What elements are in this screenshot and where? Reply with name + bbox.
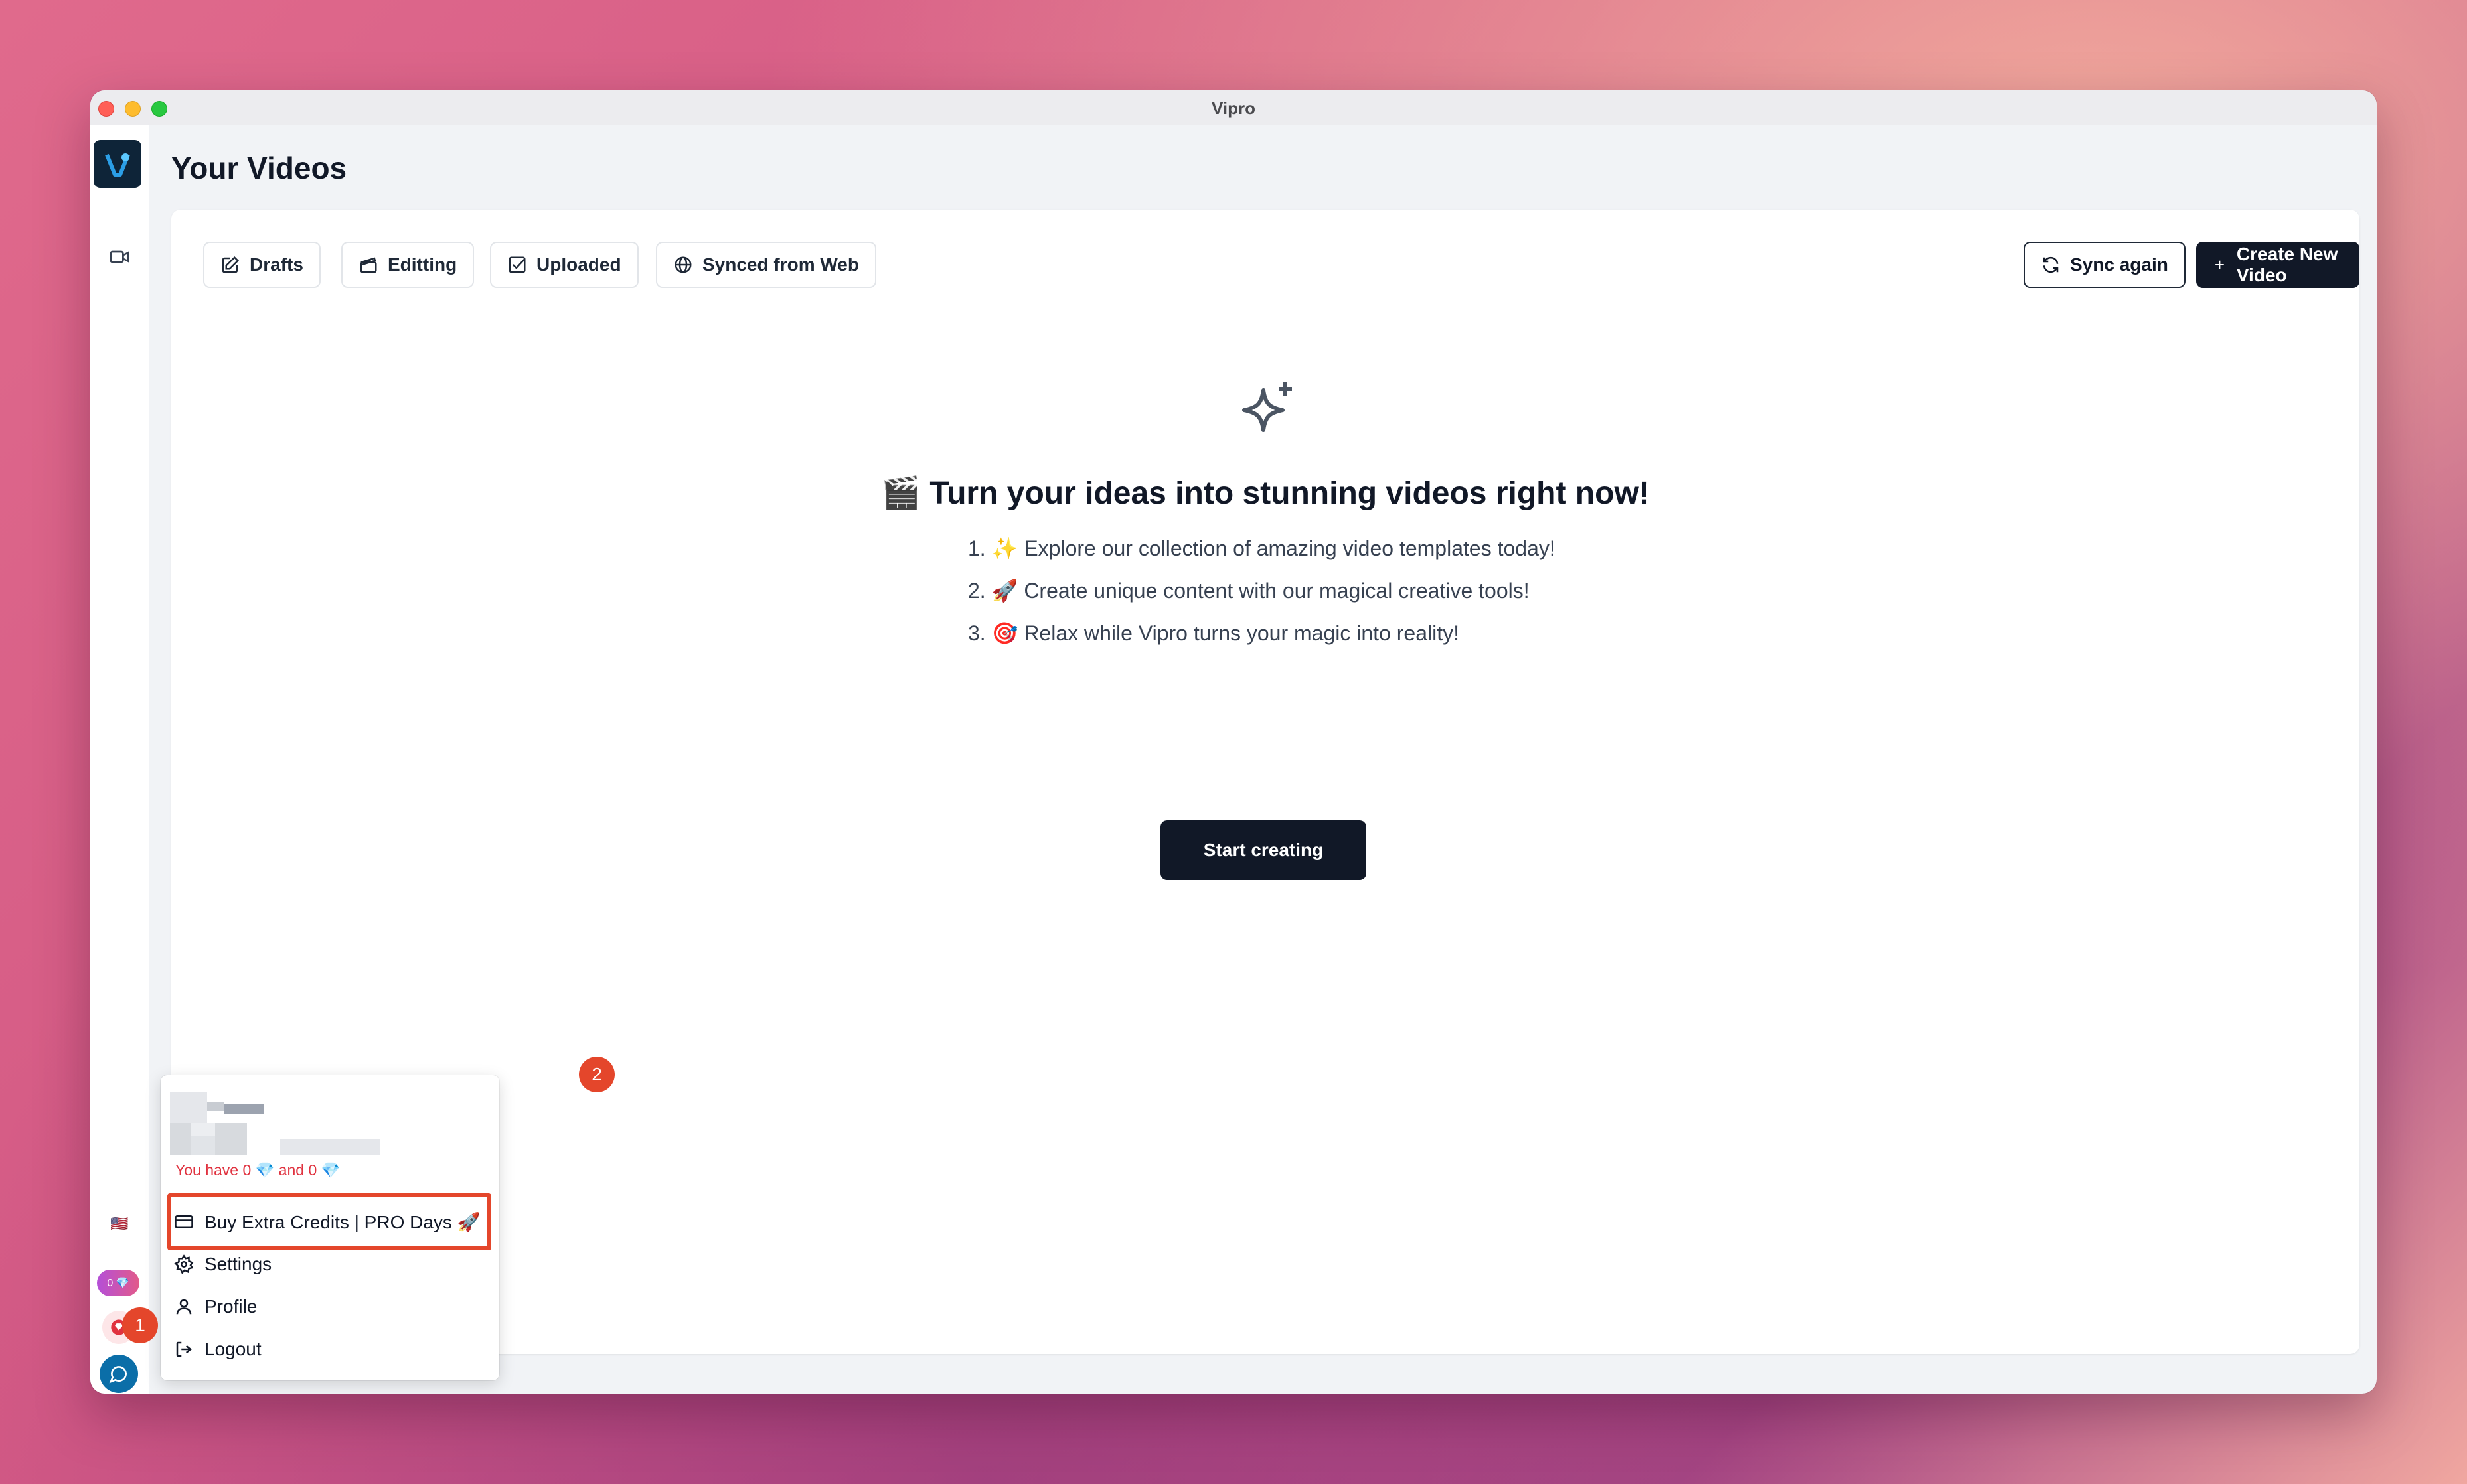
videos-panel: Drafts Editting Uploaded Synced from Web… <box>171 210 2359 1354</box>
logout-label: Logout <box>204 1339 262 1359</box>
create-new-video-button[interactable]: Create New Video <box>2196 242 2359 288</box>
edit-icon <box>222 256 240 273</box>
empty-state-steps: 1. ✨ Explore our collection of amazing v… <box>968 527 1555 654</box>
page-title: Your Videos <box>171 151 347 185</box>
tab-editting[interactable]: Editting <box>341 242 475 288</box>
vipro-logo-icon <box>105 153 130 177</box>
settings-item[interactable]: Settings <box>174 1248 272 1281</box>
annotation-badge-1: 1 <box>122 1307 158 1343</box>
profile-label: Profile <box>204 1296 258 1317</box>
highlight-box <box>167 1193 491 1250</box>
step-item: 2. 🚀 Create unique content with our magi… <box>968 579 1530 603</box>
window-title: Vipro <box>1212 98 1255 118</box>
clapperboard-icon <box>360 257 377 273</box>
tab-uploaded-label: Uploaded <box>536 254 621 275</box>
tab-editting-label: Editting <box>388 254 457 275</box>
checkbox-icon <box>509 256 526 273</box>
create-new-video-label: Create New Video <box>2236 244 2338 285</box>
sidebar: 🇺🇸 0 💎 Do <box>90 125 149 1394</box>
sparkles-icon <box>1234 376 1300 442</box>
annotation-badge-2: 2 <box>579 1057 615 1092</box>
globe-icon <box>675 256 692 273</box>
app-window: Vipro 🇺🇸 0 💎 Do <box>90 90 2377 1394</box>
plus-icon <box>2215 260 2224 269</box>
chat-support-icon[interactable] <box>100 1355 138 1393</box>
vipro-logo[interactable] <box>94 140 141 188</box>
user-menu: You have 0 💎 and 0 💎 Buy Extra Credits |… <box>161 1057 615 1380</box>
credits-balance-text: You have 0 💎 and 0 💎 <box>175 1161 341 1179</box>
video-camera-icon[interactable] <box>106 244 133 270</box>
empty-state-title: 🎬 Turn your ideas into stunning videos r… <box>881 476 1650 511</box>
tab-synced-from-web[interactable]: Synced from Web <box>656 242 876 288</box>
user-icon <box>176 1299 192 1315</box>
tab-uploaded[interactable]: Uploaded <box>490 242 639 288</box>
tab-drafts[interactable]: Drafts <box>203 242 321 288</box>
logout-icon <box>176 1341 193 1357</box>
start-creating-button[interactable]: Start creating <box>1160 820 1366 880</box>
step-item: 1. ✨ Explore our collection of amazing v… <box>968 536 1555 560</box>
step-item: 3. 🎯 Relax while Vipro turns your magic … <box>968 621 1459 645</box>
refresh-icon <box>2043 256 2059 273</box>
sync-again-button[interactable]: Sync again <box>2024 242 2186 288</box>
language-flag-icon[interactable]: 🇺🇸 <box>106 1214 133 1234</box>
tab-drafts-label: Drafts <box>250 254 303 275</box>
settings-label: Settings <box>204 1254 272 1274</box>
profile-item[interactable]: Profile <box>174 1290 257 1323</box>
tab-synced-label: Synced from Web <box>702 254 859 275</box>
credits-pill[interactable]: 0 💎 <box>97 1270 139 1296</box>
logout-item[interactable]: Logout <box>174 1333 262 1366</box>
sync-again-label: Sync again <box>2070 254 2168 275</box>
title-bar: Vipro <box>90 90 2377 125</box>
gear-icon <box>174 1254 194 1274</box>
